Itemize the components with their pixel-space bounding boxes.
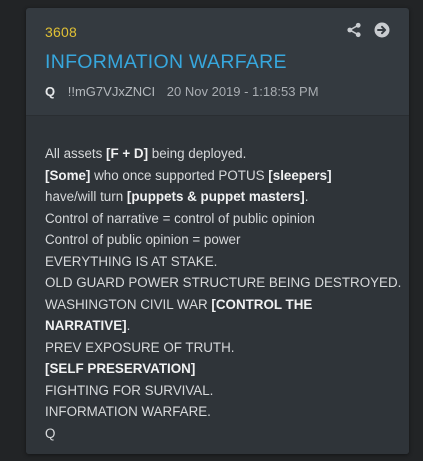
body-highlight: NARRATIVE]	[45, 318, 127, 333]
post-title: INFORMATION WARFARE	[45, 51, 287, 73]
body-text: .	[126, 318, 131, 333]
body-line: WASHINGTON CIVIL WAR [CONTROL THE	[45, 294, 391, 316]
body-line: FIGHTING FOR SURVIVAL.	[45, 382, 214, 398]
body-highlight: [CONTROL THE	[211, 296, 313, 312]
body-highlight: [Some]	[45, 167, 91, 183]
body-line: have/will turn [puppets & puppet masters…	[45, 186, 391, 208]
post-tripcode: !!mG7VJxZNCI	[67, 84, 156, 99]
body-line: EVERYTHING IS AT STAKE.	[45, 253, 218, 269]
body-line: Control of narrative = control of public…	[45, 210, 315, 226]
post-card: 3608 INFORMATION WARFARE Q !!mG7VJxZNCI …	[26, 8, 409, 454]
body-text: All assets	[45, 146, 107, 161]
body-line: OLD GUARD POWER STRUCTURE BEING DESTROYE…	[45, 275, 402, 290]
body-highlight: [puppets & puppet masters]	[126, 189, 305, 204]
body-text: .	[304, 189, 309, 204]
post-actions	[346, 22, 390, 38]
body-text: being deployed.	[148, 146, 247, 161]
body-line: PREV EXPOSURE OF TRUTH.	[45, 339, 235, 355]
post-timestamp: 20 Nov 2019 - 1:18:53 PM	[166, 84, 319, 99]
body-line: NARRATIVE].	[45, 315, 391, 337]
body-text: have/will turn	[45, 189, 127, 204]
body-line: All assets [F + D] being deployed.	[45, 143, 391, 165]
body-signature: Q	[45, 425, 56, 441]
body-text: WASHINGTON CIVIL WAR	[45, 296, 212, 312]
body-text: who once supported POTUS	[90, 167, 269, 183]
post-header: 3608 INFORMATION WARFARE Q !!mG7VJxZNCI …	[26, 8, 409, 115]
share-icon[interactable]	[346, 22, 362, 38]
post-number[interactable]: 3608	[45, 24, 77, 40]
body-highlight: [F + D]	[106, 146, 149, 161]
post-author: Q	[45, 84, 56, 99]
body-line: [Some] who once supported POTUS [sleeper…	[45, 165, 391, 187]
body-highlight: [sleepers]	[268, 167, 332, 183]
post-body: All assets [F + D] being deployed. [Some…	[26, 115, 409, 454]
post-meta: Q !!mG7VJxZNCI 20 Nov 2019 - 1:18:53 PM	[45, 84, 319, 99]
body-line: [SELF PRESERVATION]	[45, 361, 196, 376]
body-line: Control of public opinion = power	[45, 232, 241, 247]
body-line: INFORMATION WARFARE.	[45, 404, 211, 419]
arrow-right-circle-icon[interactable]	[374, 22, 390, 38]
